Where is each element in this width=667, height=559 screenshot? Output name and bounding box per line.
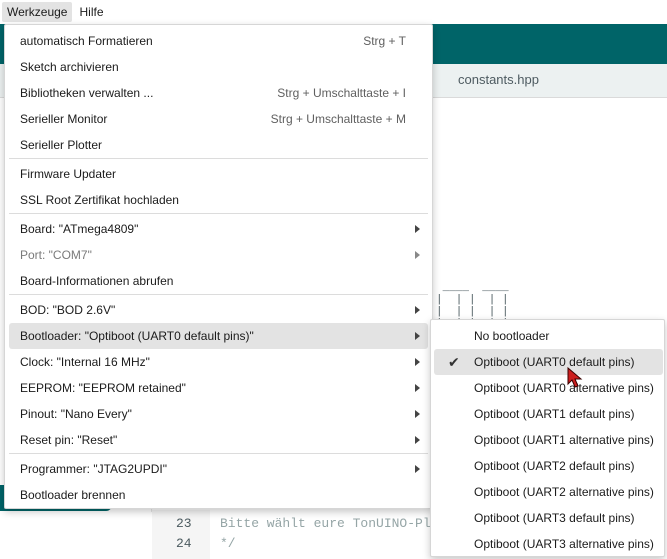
submenu-item-uart0-default[interactable]: ✔ Optiboot (UART0 default pins) <box>434 349 663 375</box>
shortcut-label: Strg + Umschalttaste + I <box>277 86 406 100</box>
menu-item-serial-plotter[interactable]: Serieller Plotter <box>9 132 428 158</box>
menu-item-pinout[interactable]: Pinout: "Nano Every" <box>9 401 428 427</box>
menu-item-label: Programmer: "JTAG2UPDI" <box>20 462 167 476</box>
menu-item-label: Serieller Monitor <box>20 112 108 126</box>
bootloader-submenu: No bootloader ✔ Optiboot (UART0 default … <box>430 319 665 557</box>
menu-item-label: Sketch archivieren <box>20 60 119 74</box>
menu-item-label: Board-Informationen abrufen <box>20 274 174 288</box>
submenu-item-label: Optiboot (UART3 alternative pins) <box>474 537 654 551</box>
menu-separator <box>9 213 428 214</box>
menu-separator <box>9 453 428 454</box>
code-line: */ <box>220 536 236 551</box>
menubar: Werkzeuge Hilfe <box>0 0 667 24</box>
menu-item-label: automatisch Formatieren <box>20 34 153 48</box>
menu-item-label: Port: "COM7" <box>20 248 92 262</box>
submenu-item-label: Optiboot (UART0 alternative pins) <box>474 381 654 395</box>
check-icon: ✔ <box>448 354 460 370</box>
menu-item-label: Pinout: "Nano Every" <box>20 407 132 421</box>
menu-item-serial-monitor[interactable]: Serieller Monitor Strg + Umschalttaste +… <box>9 106 428 132</box>
submenu-item-uart0-alternative[interactable]: Optiboot (UART0 alternative pins) <box>434 375 663 401</box>
menu-item-eeprom[interactable]: EEPROM: "EEPROM retained" <box>9 375 428 401</box>
menu-item-burn-bootloader[interactable]: Bootloader brennen <box>9 482 428 508</box>
submenu-item-uart3-default[interactable]: Optiboot (UART3 default pins) <box>434 505 663 531</box>
submenu-arrow-icon <box>415 410 420 418</box>
submenu-arrow-icon <box>415 332 420 340</box>
submenu-arrow-icon <box>415 306 420 314</box>
menu-item-board-info[interactable]: Board-Informationen abrufen <box>9 268 428 294</box>
menu-item-board[interactable]: Board: "ATmega4809" <box>9 216 428 242</box>
mouse-cursor-icon <box>567 367 583 388</box>
menu-item-ssl-upload[interactable]: SSL Root Zertifikat hochladen <box>9 187 428 213</box>
submenu-item-uart3-alternative[interactable]: Optiboot (UART3 alternative pins) <box>434 531 663 557</box>
menu-hilfe[interactable]: Hilfe <box>74 2 108 22</box>
menu-separator <box>9 158 428 159</box>
submenu-item-uart2-alternative[interactable]: Optiboot (UART2 alternative pins) <box>434 479 663 505</box>
menu-item-label: BOD: "BOD 2.6V" <box>20 303 116 317</box>
menu-item-bod[interactable]: BOD: "BOD 2.6V" <box>9 297 428 323</box>
editor-tab-constants[interactable]: constants.hpp <box>446 64 551 98</box>
submenu-item-label: No bootloader <box>474 329 550 343</box>
submenu-arrow-icon <box>415 358 420 366</box>
submenu-item-uart2-default[interactable]: Optiboot (UART2 default pins) <box>434 453 663 479</box>
submenu-item-label: Optiboot (UART1 alternative pins) <box>474 433 654 447</box>
menu-item-label: Clock: "Internal 16 MHz" <box>20 355 150 369</box>
menu-separator <box>9 294 428 295</box>
submenu-item-uart1-alternative[interactable]: Optiboot (UART1 alternative pins) <box>434 427 663 453</box>
submenu-item-label: Optiboot (UART3 default pins) <box>474 511 635 525</box>
line-number: 24 <box>176 536 192 551</box>
menu-item-label: Serieller Plotter <box>20 138 103 152</box>
submenu-arrow-icon <box>415 251 420 259</box>
menu-item-bootloader[interactable]: Bootloader: "Optiboot (UART0 default pin… <box>9 323 428 349</box>
submenu-arrow-icon <box>415 465 420 473</box>
line-number: 23 <box>176 516 192 531</box>
tools-menu: automatisch Formatieren Strg + T Sketch … <box>4 24 433 509</box>
submenu-arrow-icon <box>415 436 420 444</box>
menu-item-clock[interactable]: Clock: "Internal 16 MHz" <box>9 349 428 375</box>
submenu-item-uart1-default[interactable]: Optiboot (UART1 default pins) <box>434 401 663 427</box>
menu-item-auto-format[interactable]: automatisch Formatieren Strg + T <box>9 28 428 54</box>
menu-item-label: Bootloader: "Optiboot (UART0 default pin… <box>20 329 254 343</box>
menu-item-manage-libraries[interactable]: Bibliotheken verwalten ... Strg + Umscha… <box>9 80 428 106</box>
menu-item-label: Reset pin: "Reset" <box>20 433 118 447</box>
submenu-item-label: Optiboot (UART1 default pins) <box>474 407 635 421</box>
shortcut-label: Strg + Umschalttaste + M <box>270 112 406 126</box>
menu-item-label: SSL Root Zertifikat hochladen <box>20 193 179 207</box>
menu-item-label: Firmware Updater <box>20 167 117 181</box>
menu-item-reset-pin[interactable]: Reset pin: "Reset" <box>9 427 428 453</box>
menu-werkzeuge[interactable]: Werkzeuge <box>2 2 73 22</box>
code-line: Bitte wählt eure TonUINO-Pl <box>220 516 431 531</box>
menu-item-port[interactable]: Port: "COM7" <box>9 242 428 268</box>
submenu-item-label: Optiboot (UART0 default pins) <box>474 355 635 369</box>
shortcut-label: Strg + T <box>363 34 406 48</box>
menu-item-label: Bootloader brennen <box>20 488 126 502</box>
menu-item-firmware-updater[interactable]: Firmware Updater <box>9 161 428 187</box>
menu-item-label: EEPROM: "EEPROM retained" <box>20 381 186 395</box>
menu-item-label: Bibliotheken verwalten ... <box>20 86 154 100</box>
submenu-item-label: Optiboot (UART2 alternative pins) <box>474 485 654 499</box>
menu-item-label: Board: "ATmega4809" <box>20 222 139 236</box>
menu-item-programmer[interactable]: Programmer: "JTAG2UPDI" <box>9 456 428 482</box>
submenu-arrow-icon <box>415 225 420 233</box>
menu-item-archive-sketch[interactable]: Sketch archivieren <box>9 54 428 80</box>
submenu-item-label: Optiboot (UART2 default pins) <box>474 459 635 473</box>
submenu-item-no-bootloader[interactable]: No bootloader <box>434 323 663 349</box>
submenu-arrow-icon <box>415 384 420 392</box>
